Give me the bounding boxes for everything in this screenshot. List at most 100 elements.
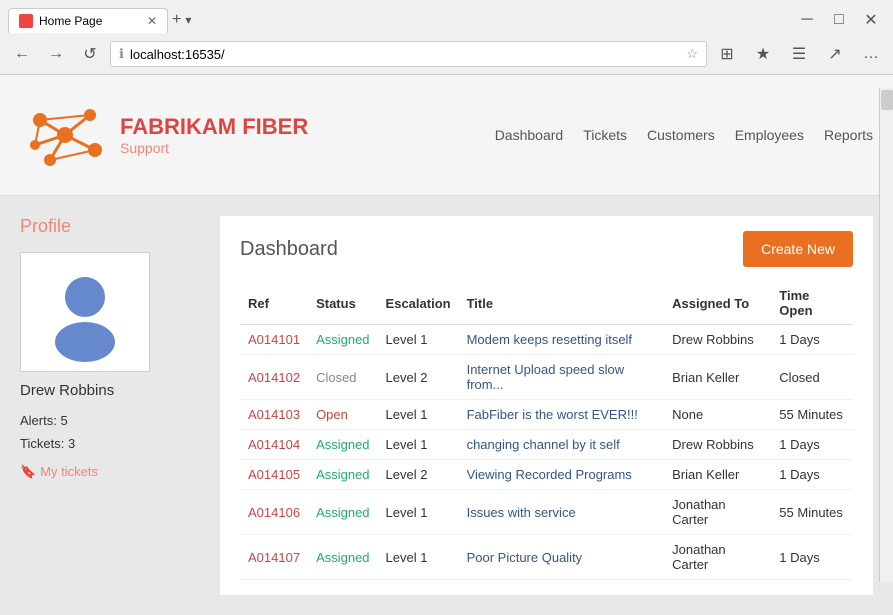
tickets-count: 3 (68, 436, 75, 451)
user-name: Drew Robbins (20, 382, 200, 399)
cell-time: 1 Days (771, 535, 853, 580)
dashboard-title: Dashboard (240, 238, 338, 261)
tickets-table: Ref Status Escalation Title Assigned To … (240, 282, 853, 580)
ref-link[interactable]: A014106 (248, 505, 300, 520)
nav-employees[interactable]: Employees (735, 127, 804, 143)
col-ref: Ref (240, 282, 308, 325)
reading-view-button[interactable]: ☰ (785, 40, 813, 68)
bookmark-icon-small: 🔖 (20, 464, 36, 480)
title-link[interactable]: Internet Upload speed slow from... (467, 362, 625, 392)
tab-dropdown-button[interactable]: ▾ (185, 13, 191, 27)
cell-ref: A014106 (240, 490, 308, 535)
cell-title: changing channel by it self (459, 430, 665, 460)
url-input[interactable] (130, 47, 680, 62)
browser-tab[interactable]: Home Page ✕ (8, 8, 168, 33)
refresh-button[interactable]: ↺ (76, 40, 104, 68)
cell-assigned: Brian Keller (664, 355, 771, 400)
col-title: Title (459, 282, 665, 325)
ref-link[interactable]: A014102 (248, 370, 300, 385)
lock-icon: ℹ (119, 46, 124, 62)
scrollbar-track[interactable] (879, 88, 893, 582)
cell-ref: A014107 (240, 535, 308, 580)
ref-link[interactable]: A014105 (248, 467, 300, 482)
title-link[interactable]: FabFiber is the worst EVER!!! (467, 407, 638, 422)
forward-button[interactable]: → (42, 40, 70, 68)
status-badge: Assigned (316, 437, 369, 452)
maximize-button[interactable]: □ (825, 6, 853, 34)
col-assigned: Assigned To (664, 282, 771, 325)
status-badge: Assigned (316, 505, 369, 520)
nav-customers[interactable]: Customers (647, 127, 715, 143)
back-button[interactable]: ← (8, 40, 36, 68)
table-header-row: Ref Status Escalation Title Assigned To … (240, 282, 853, 325)
site-header: FABRIKAM FIBER Support Dashboard Tickets… (0, 75, 893, 196)
main-nav: Dashboard Tickets Customers Employees Re… (495, 127, 873, 143)
cell-assigned: Jonathan Carter (664, 535, 771, 580)
cell-title: Modem keeps resetting itself (459, 325, 665, 355)
ref-link[interactable]: A014107 (248, 550, 300, 565)
table-row: A014104 Assigned Level 1 changing channe… (240, 430, 853, 460)
title-link[interactable]: Viewing Recorded Programs (467, 467, 632, 482)
collections-button[interactable]: ⊞ (713, 40, 741, 68)
cell-escalation: Level 2 (378, 355, 459, 400)
cell-ref: A014104 (240, 430, 308, 460)
cell-escalation: Level 1 (378, 430, 459, 460)
cell-title: Internet Upload speed slow from... (459, 355, 665, 400)
create-new-button[interactable]: Create New (743, 231, 853, 267)
minimize-button[interactable]: ─ (793, 6, 821, 34)
share-button[interactable]: ↗ (821, 40, 849, 68)
alerts-count: 5 (60, 413, 67, 428)
tickets-label: Tickets: (20, 436, 64, 451)
cell-status: Open (308, 400, 377, 430)
cell-escalation: Level 2 (378, 460, 459, 490)
table-row: A014106 Assigned Level 1 Issues with ser… (240, 490, 853, 535)
cell-escalation: Level 1 (378, 535, 459, 580)
cell-status: Assigned (308, 460, 377, 490)
tab-title: Home Page (39, 14, 102, 28)
cell-status: Assigned (308, 535, 377, 580)
nav-tickets[interactable]: Tickets (583, 127, 627, 143)
nav-dashboard[interactable]: Dashboard (495, 127, 564, 143)
more-button[interactable]: … (857, 40, 885, 68)
brand-text: FABRIKAM FIBER Support (120, 114, 308, 156)
cell-assigned: Drew Robbins (664, 325, 771, 355)
cell-status: Assigned (308, 490, 377, 535)
title-link[interactable]: Issues with service (467, 505, 576, 520)
brand-name: FABRIKAM FIBER (120, 114, 308, 140)
scrollbar-thumb[interactable] (881, 90, 893, 110)
alerts-label: Alerts: (20, 413, 57, 428)
tickets-row: Tickets: 3 (20, 432, 200, 455)
cell-ref: A014102 (240, 355, 308, 400)
status-badge: Assigned (316, 550, 369, 565)
cell-escalation: Level 1 (378, 490, 459, 535)
ref-link[interactable]: A014104 (248, 437, 300, 452)
col-escalation: Escalation (378, 282, 459, 325)
user-stats: Alerts: 5 Tickets: 3 (20, 409, 200, 456)
cell-title: Viewing Recorded Programs (459, 460, 665, 490)
cell-time: 1 Days (771, 325, 853, 355)
cell-ref: A014105 (240, 460, 308, 490)
bookmark-icon: ☆ (686, 46, 698, 62)
close-button[interactable]: ✕ (857, 6, 885, 34)
cell-time: 1 Days (771, 430, 853, 460)
ref-link[interactable]: A014103 (248, 407, 300, 422)
title-link[interactable]: Modem keeps resetting itself (467, 332, 632, 347)
cell-assigned: Drew Robbins (664, 430, 771, 460)
title-link[interactable]: changing channel by it self (467, 437, 620, 452)
new-tab-button[interactable]: + (172, 11, 181, 29)
cell-escalation: Level 1 (378, 400, 459, 430)
cell-time: Closed (771, 355, 853, 400)
address-bar[interactable]: ℹ ☆ (110, 41, 707, 67)
my-tickets-label: My tickets (40, 464, 98, 479)
cell-ref: A014103 (240, 400, 308, 430)
tab-close-icon[interactable]: ✕ (147, 14, 157, 28)
cell-status: Assigned (308, 430, 377, 460)
ref-link[interactable]: A014101 (248, 332, 300, 347)
nav-reports[interactable]: Reports (824, 127, 873, 143)
favorites-button[interactable]: ★ (749, 40, 777, 68)
tab-favicon (19, 14, 33, 28)
title-link[interactable]: Poor Picture Quality (467, 550, 583, 565)
my-tickets-link[interactable]: 🔖 My tickets (20, 464, 200, 480)
cell-assigned: Jonathan Carter (664, 490, 771, 535)
cell-title: FabFiber is the worst EVER!!! (459, 400, 665, 430)
